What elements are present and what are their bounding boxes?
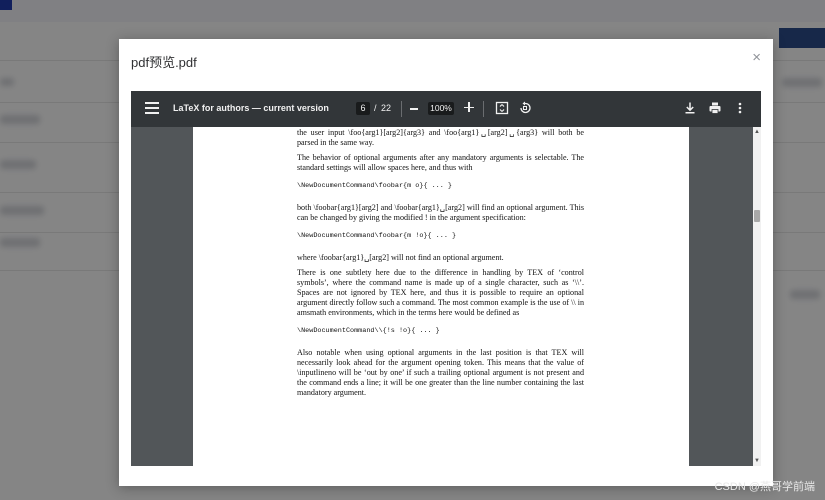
dialog-title: pdf预览.pdf [131,55,197,70]
paragraph: The behavior of optional arguments after… [297,153,584,172]
paragraph: where \foobar{arg1}␣[arg2] will not find… [297,253,504,262]
total-pages: 22 [381,103,392,113]
download-icon[interactable] [683,101,697,115]
paragraph: There is one subtlety here due to the di… [297,268,584,317]
zoom-in-button[interactable] [464,102,474,112]
pdf-page-area[interactable]: the user input \foo{arg1}[arg2]{arg3} an… [131,127,753,466]
pdf-page: the user input \foo{arg1}[arg2]{arg3} an… [193,127,689,466]
paragraph: both \foobar{arg1}[arg2] and \foobar{arg… [297,203,584,222]
hamburger-menu-icon[interactable] [145,102,159,116]
pdf-preview-dialog: pdf预览.pdf × LaTeX for authors — current … [119,39,773,486]
page-separator: / [374,103,377,113]
zoom-out-button[interactable] [410,108,418,110]
paragraph: Also notable when using optional argumen… [297,348,584,397]
paragraph: the user input \foo{arg1}[arg2]{arg3} an… [297,128,584,147]
page-text: the user input \foo{arg1}[arg2]{arg3} an… [297,128,584,403]
rotate-icon[interactable] [518,101,532,115]
close-icon[interactable]: × [752,50,761,65]
page-number-input[interactable]: 6 [356,102,370,115]
pdf-toolbar: LaTeX for authors — current version 6 / … [131,91,761,127]
scroll-down-icon[interactable]: ▼ [754,458,760,464]
zoom-input[interactable]: 100% [428,102,454,115]
scroll-up-icon[interactable]: ▲ [754,129,760,135]
code-line: \NewDocumentCommand\\{!s !o}{ ... } [297,327,440,335]
print-icon[interactable] [708,101,722,115]
fit-page-icon[interactable] [495,101,509,115]
vertical-scrollbar[interactable]: ▲ ▼ [753,127,761,466]
toolbar-divider [483,101,484,117]
pdf-viewer: LaTeX for authors — current version 6 / … [131,91,761,466]
toolbar-divider [401,101,402,117]
scrollbar-thumb[interactable] [754,210,760,222]
code-line: \NewDocumentCommand\foobar{m o}{ ... } [297,182,452,190]
watermark: CSDN @燕哥学前端 [714,481,815,493]
code-line: \NewDocumentCommand\foobar{m !o}{ ... } [297,232,457,240]
more-vert-icon[interactable] [733,101,747,115]
document-title: LaTeX for authors — current version [173,103,329,113]
